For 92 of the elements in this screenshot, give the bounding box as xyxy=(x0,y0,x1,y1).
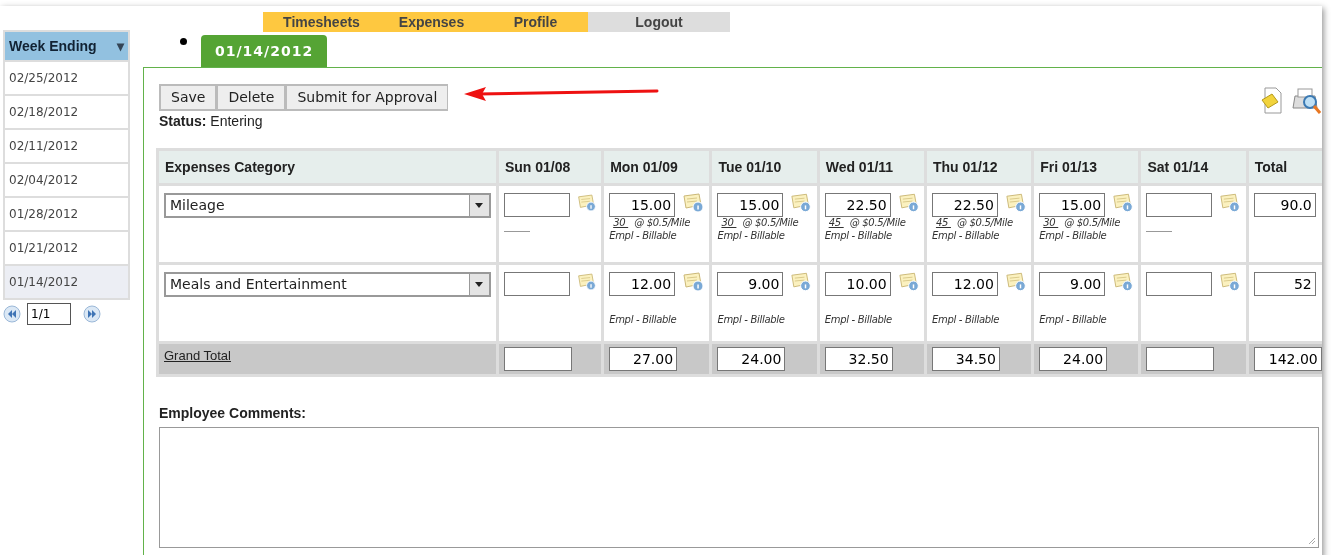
column-header: Wed 01/11 xyxy=(819,151,924,183)
amount-field[interactable] xyxy=(1146,193,1213,217)
week-item[interactable]: 02/11/2012 xyxy=(3,130,130,164)
amount-field[interactable] xyxy=(503,272,570,296)
week-item[interactable]: 02/18/2012 xyxy=(3,96,130,130)
amount-field[interactable] xyxy=(503,193,570,217)
mileage-note: 30 @ $0.5/Mile xyxy=(612,217,691,228)
mileage-note: 45 @ $0.5/Mile xyxy=(827,217,907,228)
week-item[interactable]: 02/25/2012 xyxy=(3,62,130,96)
page-field[interactable]: 1/1 xyxy=(27,303,71,325)
billing-type: Empl - Billable xyxy=(824,314,893,325)
grand-total-field[interactable]: 24.00 xyxy=(717,347,786,371)
amount-field[interactable]: 22.50 xyxy=(931,193,998,217)
caret-icon xyxy=(474,202,485,209)
amount-field[interactable]: 15.00 xyxy=(717,193,784,217)
grand-total-field[interactable]: 27.00 xyxy=(609,347,678,371)
nav-link[interactable]: Expenses xyxy=(380,12,483,32)
week-item[interactable]: 01/21/2012 xyxy=(3,232,130,266)
amount-field[interactable]: 22.50 xyxy=(824,193,891,217)
grand-total-field[interactable]: 34.50 xyxy=(931,347,1000,371)
next-icon[interactable] xyxy=(83,305,101,323)
info-note-icon[interactable] xyxy=(789,193,812,213)
grand-total-field[interactable]: 32.50 xyxy=(824,347,893,371)
header-label: Week Ending xyxy=(9,38,97,54)
mileage-note: 45 @ $0.5/Mile xyxy=(934,217,1014,228)
billing-type: Empl - Billable xyxy=(931,230,1001,241)
info-note-icon[interactable] xyxy=(575,193,597,213)
comments-field[interactable] xyxy=(159,427,1319,548)
billing-type: Empl - Billable xyxy=(1039,230,1108,241)
caret-icon: ▾ xyxy=(117,38,124,54)
info-note-icon[interactable] xyxy=(1111,193,1134,213)
total-field[interactable]: 90.0 xyxy=(1253,193,1316,217)
note-icon[interactable] xyxy=(1260,86,1283,115)
column-header: Tue 01/10 xyxy=(712,151,817,183)
billing-type: Empl - Billable xyxy=(931,314,1001,325)
nav-link[interactable]: Profile xyxy=(483,12,588,32)
info-note-icon[interactable] xyxy=(1111,272,1134,292)
week-item[interactable]: 02/04/2012 xyxy=(3,164,130,198)
toolbar-button[interactable]: Submit for Approval xyxy=(285,84,449,111)
grand-total-field[interactable] xyxy=(1146,347,1215,371)
billing-type: Empl - Billable xyxy=(609,314,678,325)
column-header: Fri 01/13 xyxy=(1034,151,1139,183)
amount-field[interactable]: 15.00 xyxy=(1039,193,1106,217)
category-dropdown[interactable]: Mileage xyxy=(164,193,491,218)
billing-type: Empl - Billable xyxy=(717,314,786,325)
info-note-icon[interactable] xyxy=(1003,272,1027,292)
grand-total-field[interactable]: 24.00 xyxy=(1039,347,1108,371)
toolbar-button[interactable]: Save xyxy=(159,84,217,111)
column-header: Sun 01/08 xyxy=(498,151,602,183)
nav-link[interactable]: Timesheets xyxy=(263,12,380,32)
grand-total-field[interactable] xyxy=(503,347,572,371)
week-item[interactable]: 01/14/2012 xyxy=(3,266,130,300)
previous-icon[interactable] xyxy=(3,305,21,323)
category-dropdown[interactable]: Meals and Entertainment xyxy=(164,272,491,297)
mileage-note: 30 @ $0.5/Mile xyxy=(720,217,800,228)
print-preview-icon[interactable] xyxy=(1291,86,1321,115)
info-note-icon[interactable] xyxy=(896,272,919,292)
column-header: Sat 01/14 xyxy=(1141,151,1246,183)
column-header: Expenses Category xyxy=(159,151,496,183)
info-note-icon[interactable] xyxy=(681,272,705,292)
billing-type: Empl - Billable xyxy=(717,230,786,241)
total-field[interactable]: 52 xyxy=(1253,272,1316,296)
billing-type: Empl - Billable xyxy=(1039,314,1108,325)
grand-total-field[interactable]: 142.00 xyxy=(1253,347,1322,371)
column-header: Mon 01/09 xyxy=(604,151,710,183)
amount-field[interactable]: 15.00 xyxy=(609,193,676,217)
info-note-icon[interactable] xyxy=(789,272,812,292)
amount-field[interactable]: 10.00 xyxy=(824,272,891,296)
billing-type: Empl - Billable xyxy=(824,230,893,241)
amount-field[interactable]: 12.00 xyxy=(609,272,676,296)
info-note-icon[interactable] xyxy=(681,193,705,213)
amount-field[interactable]: 12.00 xyxy=(931,272,998,296)
caret-icon xyxy=(474,281,485,288)
grand-total-link[interactable]: Grand Total xyxy=(164,348,231,363)
amount-field[interactable]: 9.00 xyxy=(1039,272,1106,296)
amount-field[interactable]: 9.00 xyxy=(717,272,784,296)
bullet-icon xyxy=(180,38,187,45)
resize-icon xyxy=(1306,535,1316,545)
comments-label: Employee Comments: xyxy=(159,405,308,421)
info-note-icon[interactable] xyxy=(1218,272,1241,292)
mileage-note: 30 @ $0.5/Mile xyxy=(1042,217,1122,228)
week-item[interactable]: 01/28/2012 xyxy=(3,198,130,232)
column-header: Total xyxy=(1248,151,1322,183)
info-note-icon[interactable] xyxy=(896,193,919,213)
info-note-icon[interactable] xyxy=(575,272,597,292)
info-note-icon[interactable] xyxy=(1003,193,1027,213)
info-note-icon[interactable] xyxy=(1218,193,1241,213)
status-text: Status: Entering xyxy=(159,112,264,131)
amount-field[interactable] xyxy=(1146,272,1213,296)
toolbar-button[interactable]: Delete xyxy=(216,84,286,111)
billing-type: Empl - Billable xyxy=(609,230,678,241)
column-header: Thu 01/12 xyxy=(926,151,1032,183)
